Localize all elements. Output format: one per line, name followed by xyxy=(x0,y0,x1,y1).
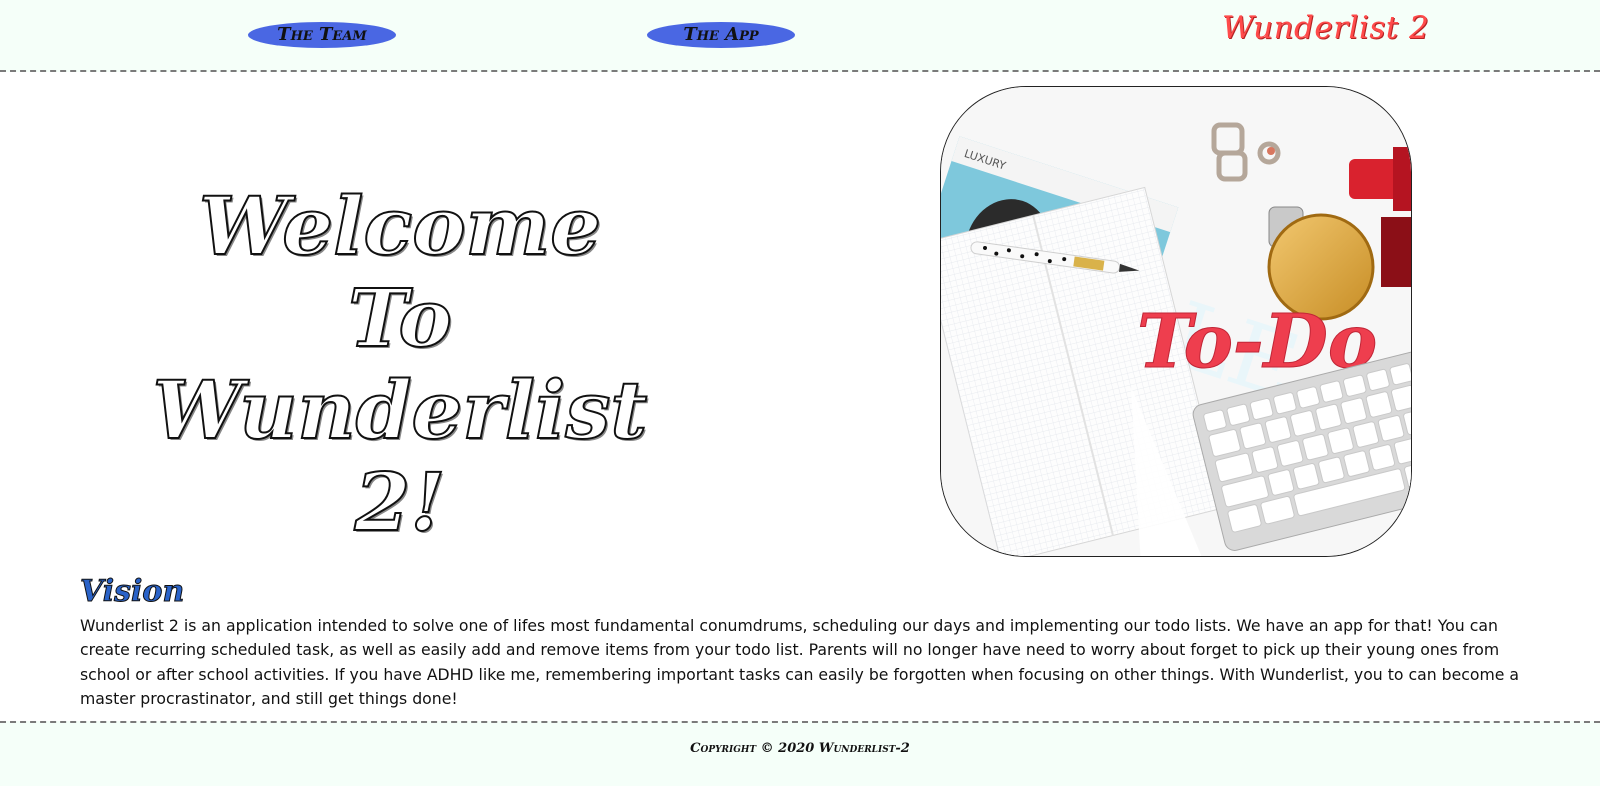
header: The Team The App Wunderlist 2 xyxy=(0,0,1600,72)
welcome-title-line: Wunderlist 2! xyxy=(152,363,649,549)
nav-team-button[interactable]: The Team xyxy=(248,22,396,48)
hero-image: LUXURY ELLE xyxy=(940,86,1412,557)
vision-paragraph: Wunderlist 2 is an application intended … xyxy=(80,616,1520,708)
brand-logo[interactable]: Wunderlist 2 xyxy=(1222,10,1429,46)
welcome-title-line: Welcome xyxy=(198,179,602,273)
copyright-text: Copyright © 2020 Wunderlist-2 xyxy=(690,741,910,756)
welcome-title-line: To xyxy=(347,271,453,365)
vision-heading: Vision xyxy=(79,574,185,610)
welcome-title: Welcome To Wunderlist 2! xyxy=(150,179,650,549)
footer: Copyright © 2020 Wunderlist-2 xyxy=(0,721,1600,786)
nav-app-button[interactable]: The App xyxy=(647,22,795,48)
